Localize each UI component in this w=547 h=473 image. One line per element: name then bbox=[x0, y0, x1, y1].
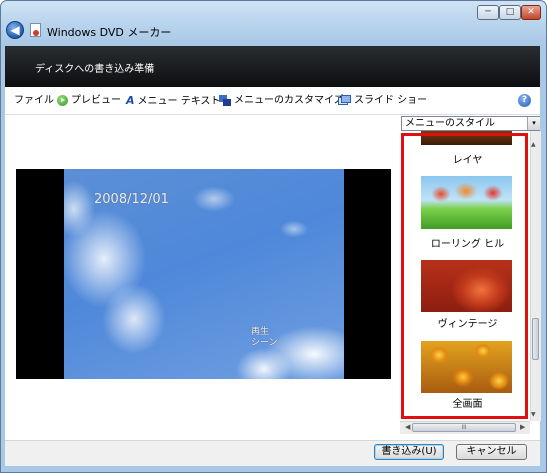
scroll-left-icon[interactable]: ◀ bbox=[405, 423, 410, 431]
vertical-scrollbar[interactable] bbox=[530, 131, 541, 421]
scenes-option: シーン bbox=[251, 338, 278, 348]
text-a-icon: A bbox=[126, 94, 135, 107]
customize-menu-button[interactable]: メニューのカスタマイズ bbox=[219, 94, 344, 108]
scroll-down-icon[interactable]: ▼ bbox=[531, 411, 536, 418]
menu-text-label: メニュー テキスト bbox=[137, 96, 221, 107]
file-menu-label: ファイル bbox=[14, 95, 54, 106]
burn-button[interactable]: 書き込み(U) bbox=[374, 444, 444, 460]
slideshow-label: スライド ショー bbox=[354, 95, 428, 106]
close-button[interactable]: ✕ bbox=[521, 5, 541, 20]
help-icon[interactable]: ? bbox=[518, 94, 531, 107]
chevron-down-icon[interactable]: ▾ bbox=[527, 117, 540, 130]
menu-preview: 2008/12/01 再生 シーン bbox=[16, 169, 391, 379]
step-title: ディスクへの書き込み準備 bbox=[35, 64, 155, 75]
preview-label: プレビュー bbox=[71, 95, 121, 106]
preview-button[interactable]: プレビュー bbox=[57, 94, 121, 108]
customize-icon bbox=[219, 94, 231, 106]
slideshow-button[interactable]: スライド ショー bbox=[338, 94, 427, 108]
maximize-button[interactable]: □ bbox=[499, 5, 521, 20]
scroll-up-icon[interactable]: ▲ bbox=[531, 141, 536, 148]
highlight-frame bbox=[401, 133, 528, 419]
back-button[interactable]: ◀ bbox=[6, 21, 24, 39]
play-icon bbox=[57, 94, 68, 106]
menu-style-dropdown[interactable]: メニューのスタイル bbox=[401, 116, 540, 131]
slideshow-icon bbox=[338, 94, 351, 106]
dvd-maker-app-icon bbox=[30, 23, 41, 37]
window-title: Windows DVD メーカー bbox=[47, 26, 172, 39]
scroll-right-icon[interactable]: ▶ bbox=[520, 423, 525, 431]
cancel-button[interactable]: キャンセル bbox=[456, 444, 527, 460]
play-option: 再生 bbox=[251, 327, 270, 337]
file-menu[interactable]: ファイル bbox=[14, 94, 54, 108]
minimize-button[interactable]: ─ bbox=[477, 5, 499, 20]
preview-background-image: 2008/12/01 再生 シーン bbox=[64, 169, 344, 379]
customize-menu-label: メニューのカスタマイズ bbox=[234, 95, 344, 106]
menu-title-text: 2008/12/01 bbox=[94, 192, 169, 207]
toolbar-divider bbox=[5, 114, 540, 115]
vertical-scroll-thumb[interactable] bbox=[532, 318, 539, 360]
horizontal-scroll-thumb[interactable]: III bbox=[412, 423, 516, 432]
menu-text-button[interactable]: A メニュー テキスト bbox=[126, 94, 220, 108]
menu-options: 再生 シーン bbox=[251, 327, 278, 349]
